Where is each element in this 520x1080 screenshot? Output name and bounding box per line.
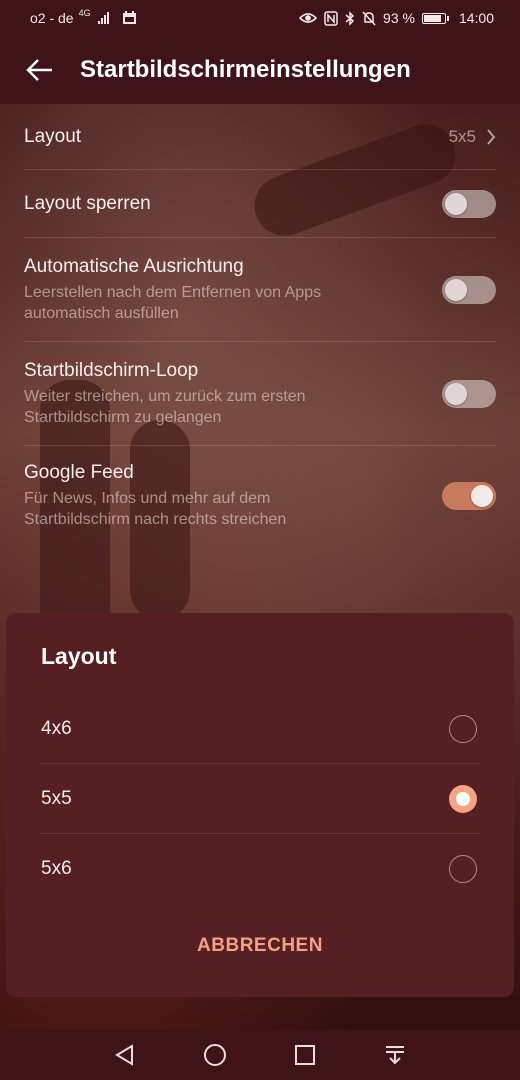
battery-icon	[421, 12, 449, 24]
radio-button[interactable]	[449, 855, 477, 883]
nfc-icon	[324, 10, 338, 26]
radio-button[interactable]	[449, 714, 477, 743]
toggle-knob	[445, 192, 467, 215]
layout-dialog: Layout 4x6 5x5 5x6 ABBRECHEN	[6, 613, 514, 997]
setting-google-feed: Google Feed Für News, Infos und mehr auf…	[24, 446, 496, 546]
nav-notifications-button[interactable]	[375, 1035, 415, 1075]
setting-loop: Startbildschirm-Loop Weiter streichen, u…	[24, 342, 496, 446]
navigation-bar	[0, 1030, 520, 1080]
setting-auto-align: Automatische Ausrichtung Leerstellen nac…	[24, 238, 496, 342]
toggle-knob	[445, 278, 467, 301]
signal-icon	[97, 12, 109, 24]
nav-recent-button[interactable]	[285, 1035, 325, 1075]
setting-google-feed-title: Google Feed	[24, 462, 134, 483]
layout-option-5x5[interactable]: 5x5	[41, 764, 481, 834]
square-recent-icon	[295, 1045, 315, 1065]
carrier-label: o2 - de	[30, 10, 74, 26]
setting-layout-value: 5x5	[448, 126, 476, 146]
setting-loop-title: Startbildschirm-Loop	[24, 359, 199, 381]
clock: 14:00	[458, 10, 494, 26]
dialog-title: Layout	[41, 643, 117, 669]
toggle-knob	[471, 485, 493, 507]
google-feed-toggle[interactable]	[442, 482, 496, 510]
triangle-back-icon	[115, 1044, 133, 1066]
arrow-left-icon	[26, 59, 52, 81]
setting-google-feed-subtitle: Startbildschirm nach rechts streichen	[24, 511, 287, 528]
option-label: 4x6	[41, 717, 72, 739]
option-label: 5x6	[41, 858, 72, 879]
settings-list: Layout 5x5 Layout sperren Automatische A…	[0, 104, 520, 546]
setting-auto-align-title: Automatische Ausrichtung	[24, 255, 244, 277]
setting-lock-layout: Layout sperren	[24, 170, 496, 238]
radio-button-selected[interactable]	[449, 784, 477, 813]
nav-home-button[interactable]	[195, 1035, 235, 1075]
auto-align-toggle[interactable]	[442, 275, 496, 304]
setting-auto-align-subtitle: Leerstellen nach dem Entfernen von Apps	[24, 283, 322, 301]
mute-bell-icon	[362, 10, 376, 26]
layout-option-5x6[interactable]: 5x6	[41, 834, 481, 904]
setting-loop-subtitle: Weiter streichen, um zurück zum ersten	[24, 387, 306, 405]
cancel-button[interactable]: ABBRECHEN	[6, 935, 514, 957]
chevron-right-icon	[487, 128, 496, 145]
nav-back-button[interactable]	[105, 1035, 145, 1075]
layout-option-4x6[interactable]: 4x6	[41, 694, 481, 764]
eye-comfort-icon	[299, 13, 318, 23]
lock-layout-toggle[interactable]	[442, 189, 496, 218]
setting-layout[interactable]: Layout 5x5	[24, 104, 496, 170]
battery-percent: 93 %	[383, 10, 415, 26]
bluetooth-icon	[345, 10, 355, 26]
setting-loop-subtitle: Startbildschirm zu gelangen	[24, 408, 222, 426]
network-type-label: 4G	[78, 8, 91, 18]
setting-lock-layout-title: Layout sperren	[24, 192, 151, 214]
setting-google-feed-subtitle: Für News, Infos und mehr auf dem	[24, 490, 271, 507]
setting-auto-align-subtitle: automatisch ausfüllen	[24, 304, 179, 322]
toggle-knob	[445, 382, 467, 405]
page-title: Startbildschirmeinstellungen	[80, 56, 411, 83]
option-label: 5x5	[41, 787, 72, 809]
calendar-icon	[122, 11, 136, 24]
circle-home-icon	[204, 1044, 226, 1066]
loop-toggle[interactable]	[442, 379, 496, 408]
pull-down-icon	[386, 1046, 404, 1065]
back-button[interactable]	[0, 36, 80, 104]
status-bar: o2 - de 4G 93 % 14:00	[0, 0, 520, 36]
app-bar: Startbildschirmeinstellungen	[0, 36, 520, 104]
setting-layout-title: Layout	[24, 125, 82, 147]
